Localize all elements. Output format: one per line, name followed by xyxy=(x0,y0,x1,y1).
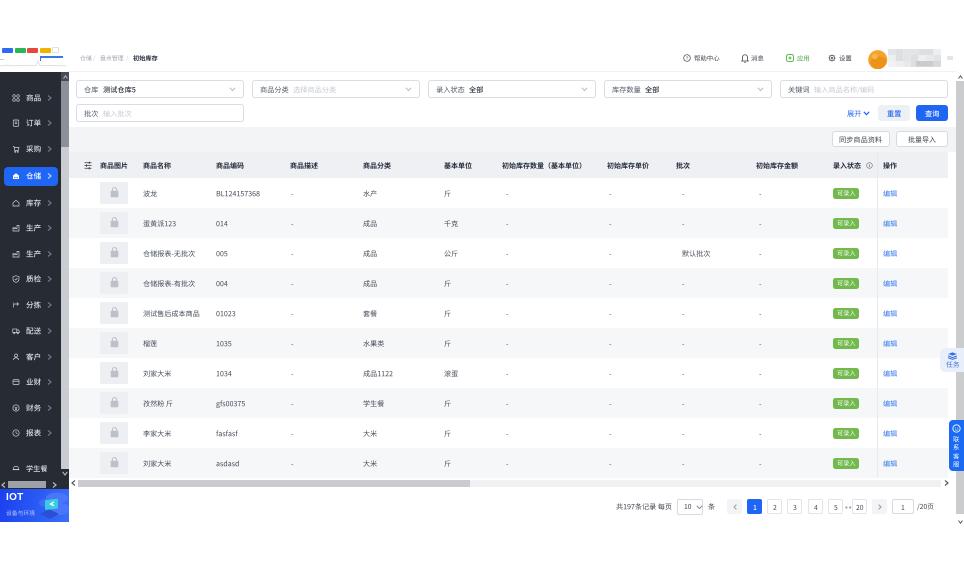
svg-text:?: ? xyxy=(686,56,689,61)
